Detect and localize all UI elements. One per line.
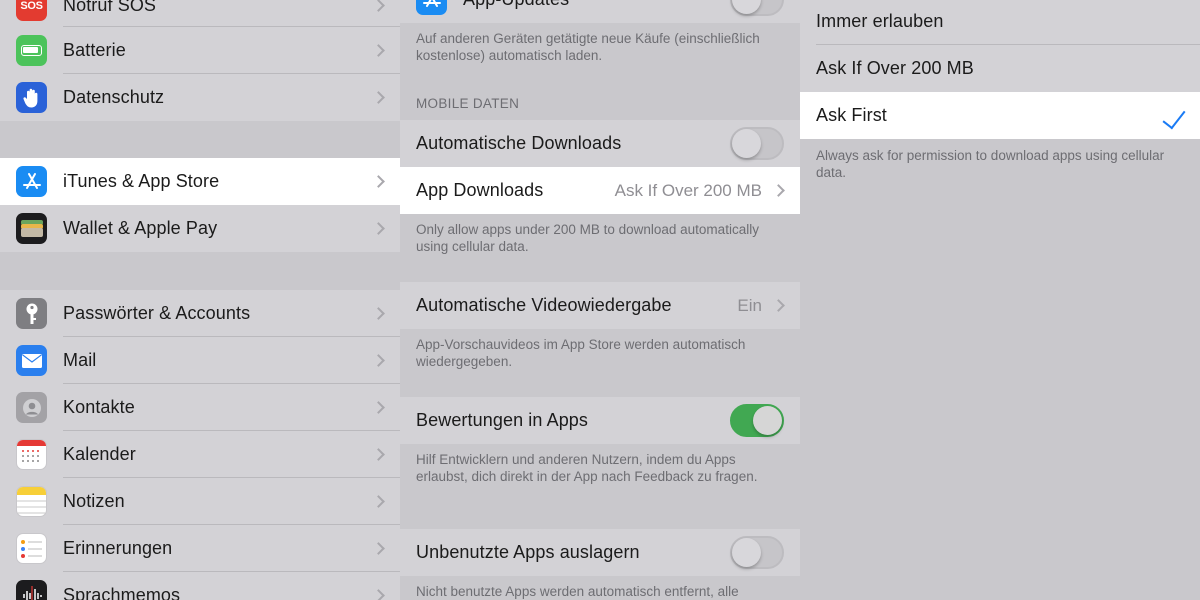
option-label: Immer erlauben <box>816 11 944 31</box>
auto-downloads-footer: Auf anderen Geräten getätigte neue Käufe… <box>416 31 760 63</box>
settings-item-passwoerter[interactable]: Passwörter & Accounts <box>0 290 400 337</box>
settings-item-label: Sprachmemos <box>63 585 181 600</box>
automatic-downloads-label: Automatische Downloads <box>416 133 622 153</box>
app-store-icon <box>416 0 447 15</box>
key-icon <box>16 298 47 329</box>
settings-item-label: Mail <box>63 350 97 370</box>
app-downloads-footer: Only allow apps under 200 MB to download… <box>416 222 759 254</box>
app-downloads-options: Immer erlauben Ask If Over 200 MB Ask Fi… <box>800 0 1200 600</box>
chevron-right-icon <box>772 299 785 312</box>
settings-item-label: iTunes & App Store <box>63 171 220 191</box>
video-autoplay-value: Ein <box>737 295 762 315</box>
chevron-right-icon <box>372 401 385 414</box>
settings-item-label: Kalender <box>63 444 136 464</box>
settings-item-batterie[interactable]: Batterie <box>0 27 400 74</box>
automatic-downloads-toggle[interactable] <box>730 127 784 160</box>
offload-apps-footer: Nicht benutzte Apps werden automatisch e… <box>416 584 739 599</box>
in-app-ratings-row: Bewertungen in Apps <box>400 397 800 444</box>
chevron-right-icon <box>372 0 385 12</box>
video-autoplay-label: Automatische Videowiedergabe <box>416 295 672 315</box>
option-label: Ask If Over 200 MB <box>816 58 974 78</box>
app-downloads-row[interactable]: App Downloads Ask If Over 200 MB <box>400 167 800 214</box>
notes-icon <box>16 486 47 517</box>
hand-icon <box>16 82 47 113</box>
settings-item-wallet[interactable]: Wallet & Apple Pay <box>0 205 400 252</box>
chevron-right-icon <box>372 91 385 104</box>
chevron-right-icon <box>772 184 785 197</box>
chevron-right-icon <box>372 589 385 600</box>
in-app-ratings-toggle[interactable] <box>730 404 784 437</box>
settings-item-label: Notruf SOS <box>63 0 157 15</box>
settings-item-sprachmemos[interactable]: Sprachmemos <box>0 572 400 600</box>
chevron-right-icon <box>372 222 385 235</box>
store-settings-panel: App-Updates Auf anderen Geräten getätigt… <box>400 0 800 600</box>
app-updates-toggle[interactable] <box>730 0 784 16</box>
settings-item-notruf[interactable]: SOS Notruf SOS <box>0 0 400 29</box>
settings-item-label: Passwörter & Accounts <box>63 303 251 323</box>
settings-item-label: Batterie <box>63 40 126 60</box>
settings-item-label: Datenschutz <box>63 87 165 107</box>
in-app-ratings-footer: Hilf Entwicklern und anderen Nutzern, in… <box>416 452 758 484</box>
settings-item-datenschutz[interactable]: Datenschutz <box>0 74 400 121</box>
option-ask-first[interactable]: Ask First <box>800 92 1200 139</box>
battery-icon <box>16 35 47 66</box>
settings-item-erinnerungen[interactable]: Erinnerungen <box>0 525 400 572</box>
chevron-right-icon <box>372 448 385 461</box>
settings-item-notizen[interactable]: Notizen <box>0 478 400 525</box>
chevron-right-icon <box>372 354 385 367</box>
option-ask-over-200[interactable]: Ask If Over 200 MB <box>800 45 1200 92</box>
sos-icon: SOS <box>16 0 47 21</box>
checkmark-icon <box>1162 104 1186 130</box>
app-downloads-value: Ask If Over 200 MB <box>614 180 762 200</box>
automatic-downloads-row: Automatische Downloads <box>400 120 800 167</box>
option-always-allow[interactable]: Immer erlauben <box>800 0 1200 45</box>
offload-apps-toggle[interactable] <box>730 536 784 569</box>
settings-item-mail[interactable]: Mail <box>0 337 400 384</box>
voice-memos-icon <box>16 580 47 600</box>
chevron-right-icon <box>372 495 385 508</box>
settings-item-label: Wallet & Apple Pay <box>63 218 218 238</box>
mail-icon <box>16 345 47 376</box>
contacts-icon <box>16 392 47 423</box>
chevron-right-icon <box>372 307 385 320</box>
settings-item-kontakte[interactable]: Kontakte <box>0 384 400 431</box>
app-downloads-label: App Downloads <box>416 180 544 200</box>
settings-item-itunes[interactable]: iTunes & App Store <box>0 158 400 205</box>
settings-item-kalender[interactable]: Kalender <box>0 431 400 478</box>
option-label: Ask First <box>816 105 887 125</box>
chevron-right-icon <box>372 175 385 188</box>
chevron-right-icon <box>372 542 385 555</box>
calendar-icon <box>16 439 47 470</box>
video-autoplay-row[interactable]: Automatische Videowiedergabe Ein <box>400 282 800 329</box>
wallet-icon <box>16 213 47 244</box>
in-app-ratings-label: Bewertungen in Apps <box>416 410 589 430</box>
settings-item-label: Erinnerungen <box>63 538 173 558</box>
screen: SOS Notruf SOS Batterie Datenschutz iTun… <box>0 0 1200 600</box>
offload-apps-row: Unbenutzte Apps auslagern <box>400 529 800 576</box>
app-updates-label: App-Updates <box>463 0 569 10</box>
settings-list: SOS Notruf SOS Batterie Datenschutz iTun… <box>0 0 400 600</box>
video-autoplay-footer: App-Vorschauvideos im App Store werden a… <box>416 337 746 369</box>
mobile-data-header: MOBILE DATEN <box>416 96 520 111</box>
settings-item-label: Kontakte <box>63 397 135 417</box>
offload-apps-label: Unbenutzte Apps auslagern <box>416 542 640 562</box>
settings-item-label: Notizen <box>63 491 125 511</box>
app-store-icon <box>16 166 47 197</box>
app-updates-row: App-Updates <box>400 0 800 23</box>
download-options-footer: Always ask for permission to download ap… <box>816 148 1165 180</box>
reminders-icon <box>16 533 47 564</box>
chevron-right-icon <box>372 44 385 57</box>
